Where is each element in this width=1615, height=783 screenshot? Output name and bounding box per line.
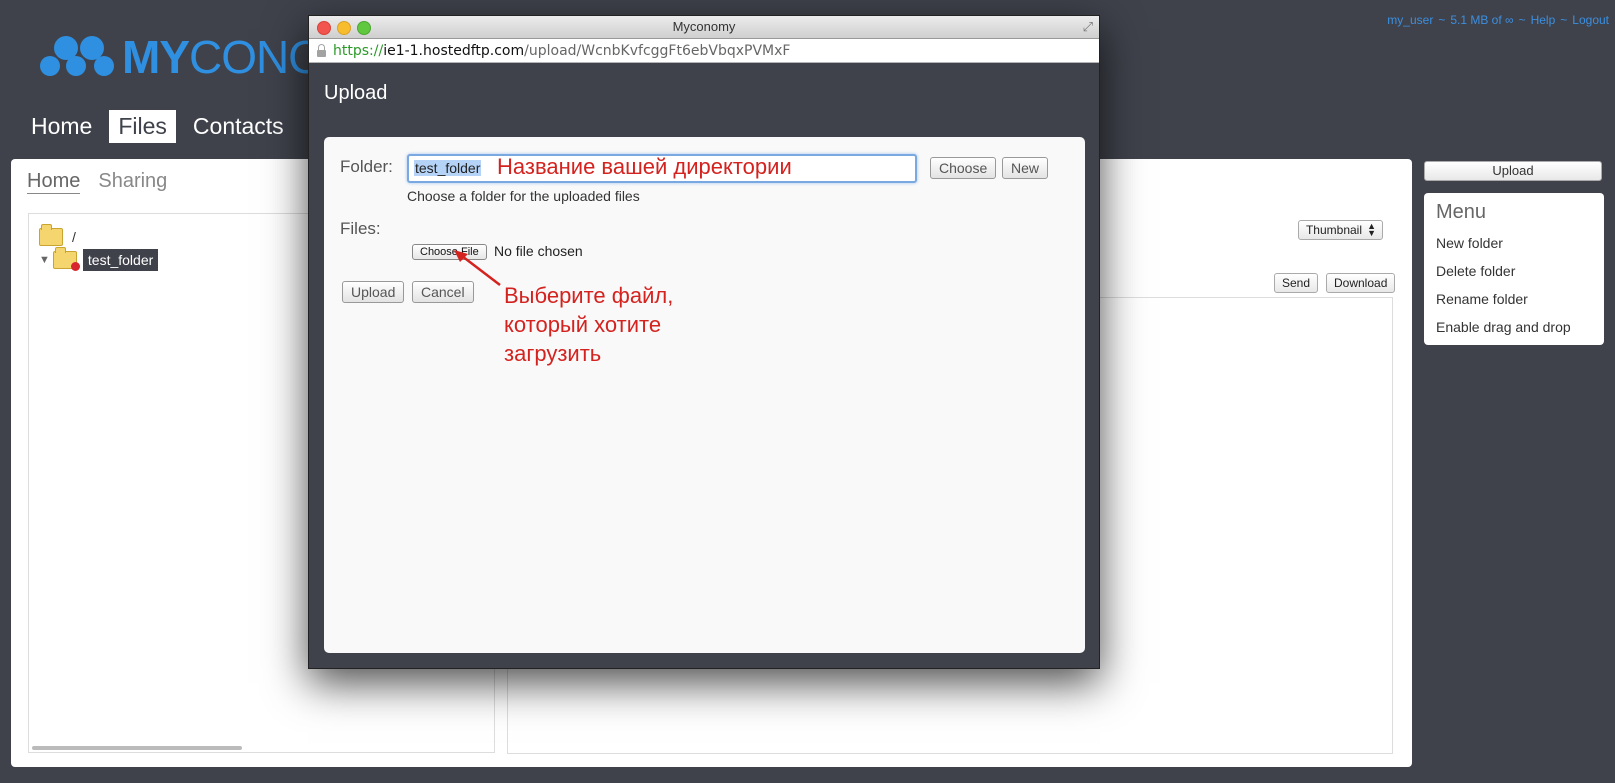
- shared-folder-icon: [52, 247, 80, 271]
- logo-icon: [40, 34, 114, 80]
- fullscreen-icon[interactable]: ⤢: [1083, 19, 1093, 35]
- upload-popup-window: Myconomy ⤢ https://ie1-1.hostedftp.com/u…: [308, 15, 1100, 669]
- upload-button-sidebar[interactable]: Upload: [1424, 161, 1602, 181]
- menu-enable-drag-drop[interactable]: Enable drag and drop: [1436, 319, 1571, 335]
- select-arrows-icon: ▲ ▼: [1367, 221, 1376, 238]
- tab-sharing[interactable]: Sharing: [98, 170, 167, 194]
- window-title: Myconomy: [672, 19, 736, 34]
- nav-contacts[interactable]: Contacts: [184, 110, 293, 143]
- lock-icon: [317, 43, 326, 57]
- main-nav: Home Files Contacts P: [22, 110, 334, 143]
- choose-folder-button[interactable]: Choose: [930, 157, 997, 179]
- address-bar[interactable]: https://ie1-1.hostedftp.com/upload/WcnbK…: [309, 39, 1099, 63]
- nav-files[interactable]: Files: [109, 110, 176, 143]
- folder-icon: [39, 224, 63, 246]
- user-bar: my_user ~5.1 MB of ∞ ~ Help ~ Logout: [1387, 13, 1609, 27]
- upload-button[interactable]: Upload: [342, 281, 405, 303]
- no-file-status: No file chosen: [494, 243, 583, 259]
- file-annotation: Выберите файл, который хотите загрузить: [504, 283, 674, 366]
- expand-triangle-icon[interactable]: ▼: [39, 254, 50, 266]
- menu-panel: Menu New folder Delete folder Rename fol…: [1424, 193, 1604, 345]
- cancel-button[interactable]: Cancel: [412, 281, 474, 303]
- new-folder-button[interactable]: New: [1002, 157, 1049, 179]
- logout-link[interactable]: Logout: [1572, 13, 1609, 27]
- files-label: Files:: [340, 219, 381, 238]
- menu-title: Menu: [1436, 201, 1487, 223]
- help-link[interactable]: Help: [1531, 13, 1556, 27]
- menu-new-folder[interactable]: New folder: [1436, 235, 1503, 251]
- storage-usage: 5.1 MB of ∞: [1450, 13, 1514, 27]
- sub-tabs: Home Sharing: [27, 170, 167, 194]
- tree-item-test-folder[interactable]: ▼ test_folder: [39, 247, 159, 271]
- tab-home[interactable]: Home: [27, 170, 81, 194]
- logo-text: MYCONO: [122, 31, 324, 83]
- upload-form: Folder: test_folder Название вашей дирек…: [324, 137, 1085, 653]
- username-link[interactable]: my_user: [1387, 13, 1433, 27]
- folder-label: Folder:: [340, 157, 393, 176]
- folder-annotation: Название вашей директории: [497, 154, 792, 179]
- download-button[interactable]: Download: [1326, 273, 1396, 293]
- nav-home[interactable]: Home: [22, 110, 101, 143]
- horizontal-scrollbar[interactable]: [32, 746, 242, 750]
- logo: MYCONO: [40, 31, 324, 83]
- view-mode-select[interactable]: Thumbnail ▲ ▼: [1297, 220, 1383, 240]
- send-button[interactable]: Send: [1274, 273, 1319, 293]
- menu-delete-folder[interactable]: Delete folder: [1436, 263, 1515, 279]
- tree-root[interactable]: /: [39, 224, 76, 246]
- folder-help-text: Choose a folder for the uploaded files: [407, 188, 640, 204]
- dialog-heading: Upload: [324, 82, 388, 104]
- menu-rename-folder[interactable]: Rename folder: [1436, 291, 1528, 307]
- window-titlebar[interactable]: Myconomy ⤢: [309, 16, 1099, 39]
